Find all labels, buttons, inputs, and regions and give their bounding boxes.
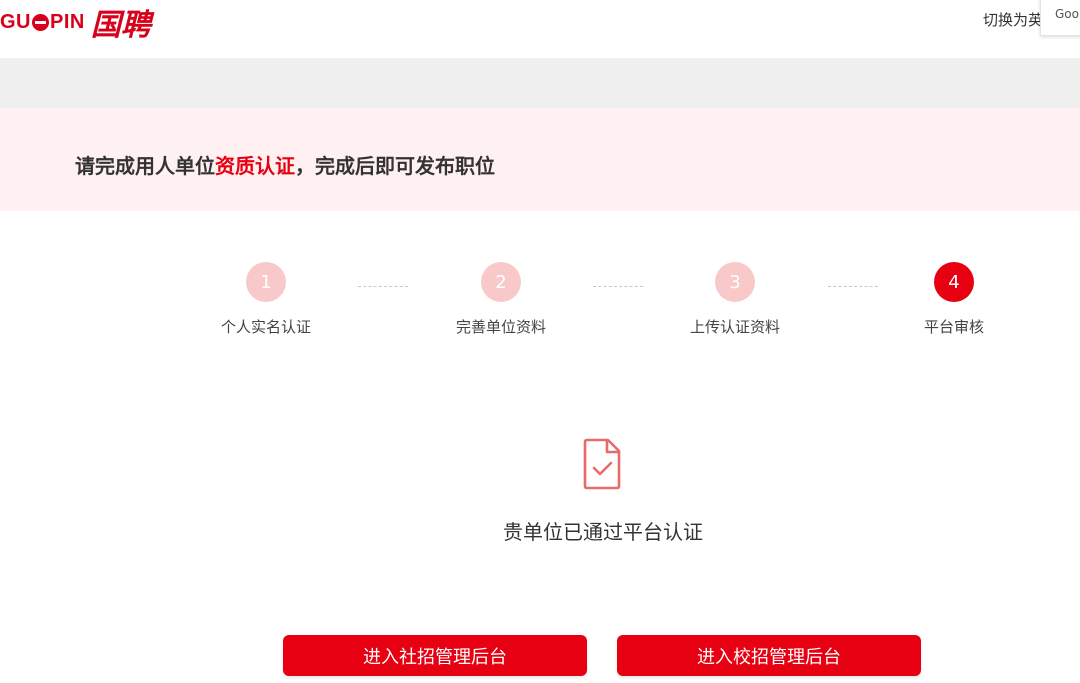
banner-text-highlight: 资质认证 [215,154,295,178]
step-1-label: 个人实名认证 [220,318,311,336]
step-connector [358,286,408,287]
banner-text: 请完成用人单位资质认证，完成后即可发布职位 [75,150,495,179]
logo-text-part-1: GU [0,10,31,33]
nav-bar [0,58,1080,108]
step-1-number: 1 [246,262,286,302]
logo-wordmark: GU PIN [0,11,85,34]
step-2-label: 完善单位资料 [455,318,546,336]
logo-chinese: 国聘 [90,8,151,43]
step-3: 3 上传认证资料 [655,262,815,337]
step-4-number: 4 [934,262,974,302]
google-translate-panel[interactable]: Goo [1040,0,1080,36]
step-connector [828,286,878,287]
progress-steps: 1 个人实名认证 2 完善单位资料 3 上传认证资料 4 平台审核 [0,262,1080,352]
step-4-current: 4 平台审核 [874,262,1034,337]
campus-recruitment-admin-button[interactable]: 进入校招管理后台 [617,635,921,676]
step-1: 1 个人实名认证 [186,262,346,337]
logo[interactable]: GU PIN 国聘 [0,0,151,44]
banner-text-suffix: ，完成后即可发布职位 [295,154,495,178]
top-bar: GU PIN 国聘 切换为英 Goo [0,0,1080,58]
result-message: 贵单位已通过平台认证 [503,520,703,544]
document-check-icon [583,438,621,490]
step-2: 2 完善单位资料 [421,262,581,337]
step-connector [593,286,643,287]
step-4-label: 平台审核 [923,318,984,336]
language-switch-link[interactable]: 切换为英 [983,9,1045,30]
step-3-number: 3 [715,262,755,302]
logo-o-mark-icon [32,13,49,31]
certification-banner: 请完成用人单位资质认证，完成后即可发布职位 [0,108,1080,211]
social-recruitment-admin-button[interactable]: 进入社招管理后台 [283,635,587,676]
step-3-label: 上传认证资料 [689,318,780,336]
step-2-number: 2 [481,262,521,302]
logo-text-part-2: PIN [50,10,85,33]
banner-text-prefix: 请完成用人单位 [75,154,215,178]
